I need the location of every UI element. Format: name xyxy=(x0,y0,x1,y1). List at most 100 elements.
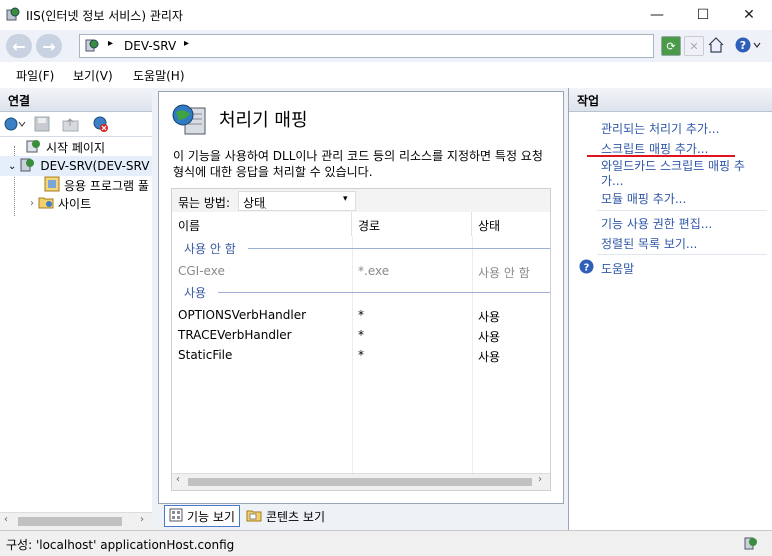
scroll-right-icon[interactable]: › xyxy=(140,514,144,525)
scroll-right-icon[interactable]: › xyxy=(538,474,542,485)
dropdown-arrow-icon[interactable]: ▾ xyxy=(343,194,348,204)
group-header-disabled[interactable]: 사용 안 함 xyxy=(184,240,236,257)
action-add-module-map[interactable]: 모듈 매핑 추가... xyxy=(601,190,686,207)
tree-label-sites: 사이트 xyxy=(58,197,92,211)
cell-name: OPTIONSVerbHandler xyxy=(178,308,307,322)
connections-toolbar xyxy=(0,112,152,137)
save-icon[interactable] xyxy=(34,116,50,135)
cell-path: * xyxy=(358,348,364,362)
cell-path: * xyxy=(358,328,364,342)
group-by-select[interactable]: 상태 ▾ xyxy=(238,191,356,211)
tree-item-sites[interactable]: › 사이트 xyxy=(0,194,91,213)
tree-label-start-page: 시작 페이지 xyxy=(46,141,106,155)
sites-folder-icon xyxy=(38,194,54,213)
actions-header: 작업 xyxy=(569,88,772,112)
tree-item-start-page[interactable]: 시작 페이지 xyxy=(26,138,105,157)
actions-divider xyxy=(597,254,767,255)
scroll-left-icon[interactable]: ‹ xyxy=(176,474,180,485)
cell-state: 사용 xyxy=(478,330,501,344)
page-title: 처리기 매핑 xyxy=(219,110,308,131)
table-row[interactable]: TRACEVerbHandler * 사용 xyxy=(172,326,550,346)
up-level-icon[interactable] xyxy=(62,116,80,135)
grid-hscrollbar[interactable]: ‹ › xyxy=(172,473,550,490)
menu-help[interactable]: 도움말(H) xyxy=(133,67,185,84)
scroll-thumb[interactable] xyxy=(188,478,532,486)
action-help[interactable]: 도움말 xyxy=(601,260,634,277)
address-path: DEV-SRV xyxy=(124,39,177,53)
navigation-bar: ← → ▸ DEV-SRV ▸ ⟳ ✕ ? xyxy=(0,30,772,63)
address-box[interactable]: ▸ DEV-SRV ▸ xyxy=(79,34,654,58)
menu-view[interactable]: 보기(V) xyxy=(73,67,113,84)
column-header-state[interactable]: 상태 xyxy=(472,212,550,236)
handler-grid: ^ 이름 경로 상태 사용 안 함 CGI-exe *.exe 사용 안 함 사… xyxy=(171,206,551,491)
cell-state: 사용 xyxy=(478,310,501,324)
window-title: IIS(인터넷 정보 서비스) 관리자 xyxy=(26,9,183,23)
status-connection-icon xyxy=(744,536,758,553)
actions-divider xyxy=(597,210,767,211)
cell-state: 사용 xyxy=(478,350,501,364)
tab-features-view[interactable]: 기능 보기 xyxy=(164,505,240,527)
status-text: 구성: 'localhost' applicationHost.config xyxy=(6,538,235,552)
connections-pane: 연결 시작 페이지 ⌄ DEV-SRV(DEV-SRV 응용 프로그램 풀 › … xyxy=(0,88,153,530)
actions-pane: 작업 관리되는 처리기 추가... 스크립트 매핑 추가... 와일드카드 스크… xyxy=(568,88,772,530)
features-view-icon xyxy=(169,508,183,525)
home-icon[interactable] xyxy=(707,36,725,54)
connect-globe-icon[interactable] xyxy=(4,116,26,135)
action-add-wildcard-script-map-cont[interactable]: 가... xyxy=(601,172,623,189)
connections-hscrollbar[interactable]: ‹ › xyxy=(0,512,152,530)
group-divider xyxy=(218,292,550,293)
disconnect-icon[interactable] xyxy=(92,116,110,135)
start-page-icon xyxy=(26,138,42,157)
table-row[interactable]: StaticFile * 사용 xyxy=(172,346,550,366)
refresh-icon[interactable]: ⟳ xyxy=(661,36,681,56)
menu-file[interactable]: 파일(F) xyxy=(16,67,54,84)
column-header-name[interactable]: 이름 xyxy=(172,212,352,236)
cell-state: 사용 안 함 xyxy=(478,266,530,280)
address-separator-end[interactable]: ▸ xyxy=(184,38,189,49)
server-icon xyxy=(85,38,99,52)
cell-name: TRACEVerbHandler xyxy=(178,328,292,342)
table-row[interactable]: CGI-exe *.exe 사용 안 함 xyxy=(172,262,550,282)
cell-path: *.exe xyxy=(358,264,390,278)
group-divider xyxy=(248,248,550,249)
action-view-ordered-list[interactable]: 정렬된 목록 보기... xyxy=(601,235,697,252)
tree-label-server: DEV-SRV(DEV-SRV xyxy=(40,159,150,173)
action-add-managed-handler[interactable]: 관리되는 처리기 추가... xyxy=(601,120,719,137)
title-bar: IIS(인터넷 정보 서비스) 관리자 — ☐ ✕ xyxy=(0,0,772,30)
collapse-chevron-icon[interactable]: ⌄ xyxy=(8,161,16,172)
handler-mappings-icon xyxy=(171,102,207,139)
tree-item-server[interactable]: ⌄ DEV-SRV(DEV-SRV xyxy=(0,156,152,176)
server-node-icon xyxy=(20,157,36,176)
tab-content-view[interactable]: 콘텐츠 보기 xyxy=(246,506,325,526)
column-header-path[interactable]: 경로 xyxy=(352,212,472,236)
action-edit-feature-permissions[interactable]: 기능 사용 권한 편집... xyxy=(601,215,712,232)
group-header-enabled[interactable]: 사용 xyxy=(184,284,206,301)
back-button[interactable]: ← xyxy=(6,34,32,58)
address-separator: ▸ xyxy=(108,38,114,49)
scroll-thumb[interactable] xyxy=(18,517,122,526)
app-pool-icon xyxy=(44,176,60,195)
tree-item-app-pools[interactable]: 응용 프로그램 풀 xyxy=(44,176,149,195)
forward-button[interactable]: → xyxy=(36,34,62,58)
cell-name: CGI-exe xyxy=(178,264,225,278)
svg-text:?: ? xyxy=(740,39,746,52)
status-bar: 구성: 'localhost' applicationHost.config xyxy=(0,530,772,556)
menu-bar: 파일(F) 보기(V) 도움말(H) xyxy=(0,62,772,89)
content-view-icon xyxy=(246,508,262,525)
maximize-button[interactable]: ☐ xyxy=(680,0,726,30)
expand-chevron-icon[interactable]: › xyxy=(30,198,34,209)
scroll-left-icon[interactable]: ‹ xyxy=(4,514,8,525)
close-button[interactable]: ✕ xyxy=(726,0,772,30)
help-icon[interactable]: ? xyxy=(579,259,594,277)
cell-path: * xyxy=(358,308,364,322)
features-pane: 처리기 매핑 이 기능을 사용하여 DLL이나 관리 코드 등의 리소스를 지정… xyxy=(152,88,568,530)
handler-mappings-page: 처리기 매핑 이 기능을 사용하여 DLL이나 관리 코드 등의 리소스를 지정… xyxy=(158,91,564,504)
help-menu-icon[interactable]: ? xyxy=(734,36,762,54)
tree-label-app-pools: 응용 프로그램 풀 xyxy=(64,179,149,193)
iis-app-icon xyxy=(6,7,20,21)
page-description: 이 기능을 사용하여 DLL이나 관리 코드 등의 리소스를 지정하면 특정 요… xyxy=(173,149,543,179)
stop-icon[interactable]: ✕ xyxy=(684,36,704,56)
group-by-label: 묶는 방법: xyxy=(178,196,231,210)
table-row[interactable]: OPTIONSVerbHandler * 사용 xyxy=(172,306,550,326)
minimize-button[interactable]: — xyxy=(634,0,680,30)
